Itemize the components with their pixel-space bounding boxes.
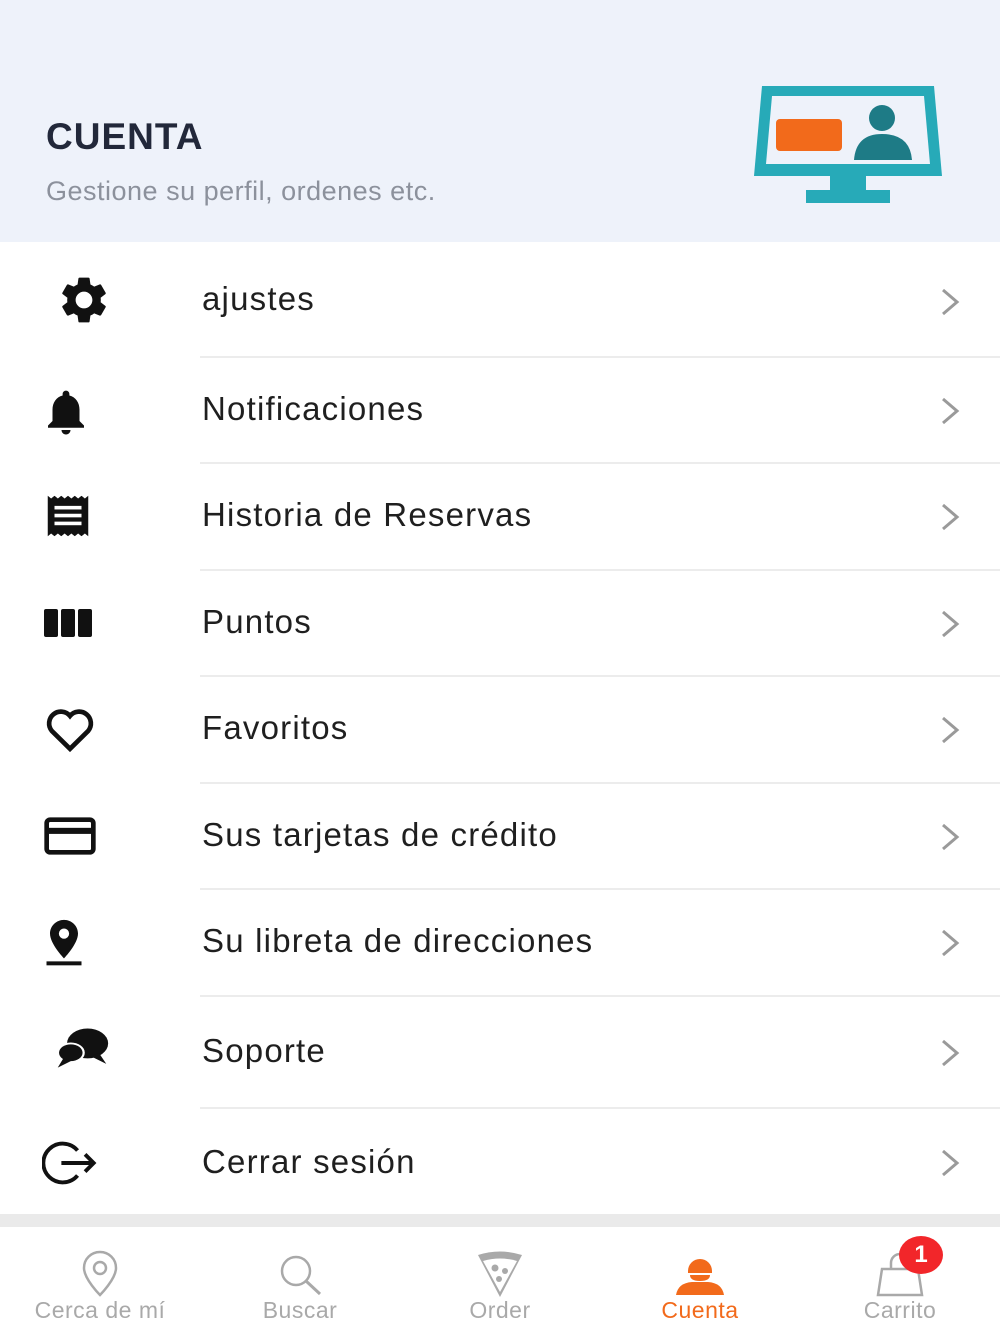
menu-item-puntos[interactable]: Puntos bbox=[0, 571, 1000, 677]
account-header: CUENTA Gestione su perfil, ordenes etc. bbox=[0, 0, 1000, 242]
receipt-icon bbox=[40, 488, 96, 544]
tab-carrito[interactable]: Carrito bbox=[800, 1227, 1000, 1334]
menu-item-label: Notificaciones bbox=[202, 390, 425, 427]
chevron-right-icon bbox=[942, 397, 960, 425]
heart-icon bbox=[42, 701, 98, 757]
menu-item-cerrar-sesion[interactable]: Cerrar sesión bbox=[0, 1109, 1000, 1215]
chevron-right-icon bbox=[942, 610, 960, 638]
user-icon bbox=[676, 1259, 724, 1295]
menu-item-label: Historia de Reservas bbox=[202, 496, 533, 533]
chevron-right-icon bbox=[942, 823, 960, 851]
logout-icon bbox=[42, 1135, 98, 1191]
pizza-slice-icon bbox=[478, 1251, 522, 1297]
search-icon bbox=[280, 1255, 322, 1296]
tab-cuenta[interactable]: Cuenta bbox=[600, 1227, 800, 1334]
menu-item-label: Cerrar sesión bbox=[202, 1143, 416, 1180]
menu-item-label: ajustes bbox=[202, 280, 315, 317]
bottom-tab-bar: Cerca de mí Buscar Order Cuenta Carrito bbox=[0, 1227, 1000, 1334]
menu-item-favoritos[interactable]: Favoritos bbox=[0, 677, 1000, 784]
map-pin-icon bbox=[82, 1250, 118, 1297]
tab-order[interactable]: Order bbox=[400, 1227, 600, 1334]
menu-item-label: Soporte bbox=[202, 1032, 326, 1069]
tab-label: Order bbox=[469, 1297, 531, 1323]
tab-buscar[interactable]: Buscar bbox=[200, 1227, 400, 1334]
menu-item-notificaciones[interactable]: Notificaciones bbox=[0, 358, 1000, 464]
section-separator bbox=[0, 1214, 1000, 1227]
menu-item-ajustes[interactable]: ajustes bbox=[0, 242, 1000, 358]
tab-label: Carrito bbox=[863, 1297, 937, 1323]
gear-icon bbox=[56, 272, 112, 328]
chat-bubbles-icon bbox=[54, 1021, 110, 1077]
menu-item-historia-de-reservas[interactable]: Historia de Reservas bbox=[0, 464, 1000, 571]
tab-label: Cerca de mí bbox=[34, 1297, 166, 1323]
tab-label: Buscar bbox=[262, 1297, 338, 1323]
menu-item-soporte[interactable]: Soporte bbox=[0, 997, 1000, 1109]
page-title: CUENTA bbox=[46, 116, 204, 157]
page-subtitle: Gestione su perfil, ordenes etc. bbox=[46, 176, 436, 206]
menu-item-tarjetas-de-credito[interactable]: Sus tarjetas de crédito bbox=[0, 784, 1000, 890]
menu-item-label: Sus tarjetas de crédito bbox=[202, 816, 558, 853]
columns-icon bbox=[40, 595, 96, 651]
chevron-right-icon bbox=[942, 716, 960, 744]
menu-item-label: Favoritos bbox=[202, 709, 349, 746]
chevron-right-icon bbox=[942, 929, 960, 957]
menu-item-libreta-de-direcciones[interactable]: Su libreta de direcciones bbox=[0, 890, 1000, 997]
chevron-right-icon bbox=[942, 288, 960, 316]
location-pin-icon bbox=[36, 914, 92, 970]
chevron-right-icon bbox=[942, 503, 960, 531]
credit-card-icon bbox=[42, 808, 98, 864]
chevron-right-icon bbox=[942, 1149, 960, 1177]
cart-count-badge: 1 bbox=[899, 1236, 943, 1274]
tab-cerca-de-mi[interactable]: Cerca de mí bbox=[0, 1227, 200, 1334]
chevron-right-icon bbox=[942, 1039, 960, 1067]
bell-icon bbox=[38, 384, 94, 440]
account-menu: ajustes Notificaciones Historia de Reser… bbox=[0, 242, 1000, 1215]
menu-item-label: Puntos bbox=[202, 603, 312, 640]
menu-item-label: Su libreta de direcciones bbox=[202, 922, 594, 959]
monitor-profile-icon bbox=[754, 86, 942, 203]
tab-label: Cuenta bbox=[661, 1297, 739, 1323]
